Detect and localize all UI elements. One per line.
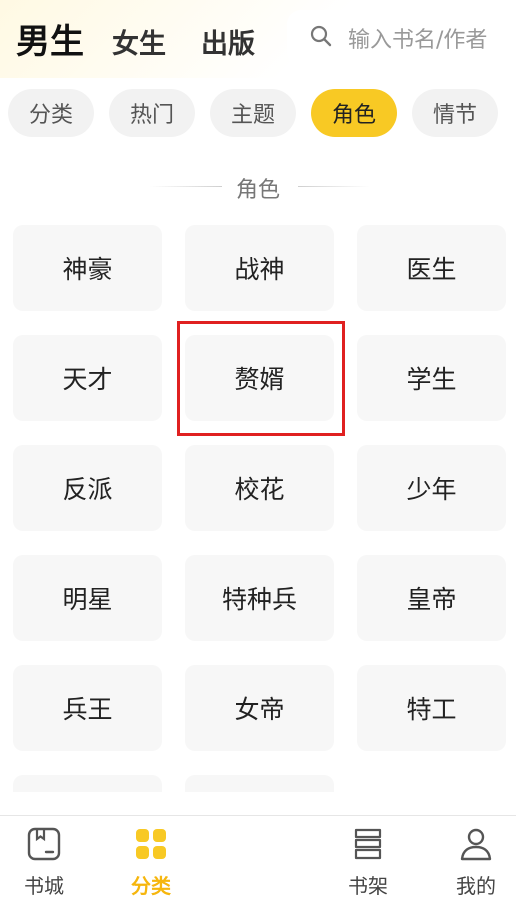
role-item[interactable] <box>185 775 334 792</box>
role-item[interactable]: 校花 <box>185 445 334 531</box>
role-item[interactable]: 战神 <box>185 225 334 311</box>
bookshelf-icon <box>350 826 386 862</box>
role-item[interactable]: 反派 <box>13 445 162 531</box>
book-city-icon <box>26 826 62 862</box>
role-item[interactable]: 特工 <box>357 665 506 751</box>
role-item[interactable]: 特种兵 <box>185 555 334 641</box>
category-grid-icon <box>133 826 169 862</box>
role-item[interactable]: 女帝 <box>185 665 334 751</box>
nav-label: 书城 <box>24 874 64 898</box>
profile-icon <box>458 826 494 862</box>
role-item[interactable]: 神豪 <box>13 225 162 311</box>
nav-label: 我的 <box>456 874 496 898</box>
role-item[interactable]: 学生 <box>357 335 506 421</box>
role-grid: 神豪 战神 医生 天才 赘婿 学生 反派 校花 少年 明星 特种兵 皇帝 兵王 … <box>0 0 516 792</box>
role-item[interactable]: 天才 <box>13 335 162 421</box>
role-item-highlighted[interactable]: 赘婿 <box>185 335 334 421</box>
role-item[interactable]: 明星 <box>13 555 162 641</box>
nav-category[interactable]: 分类 <box>111 816 191 898</box>
role-item[interactable]: 医生 <box>357 225 506 311</box>
role-item[interactable]: 兵王 <box>13 665 162 751</box>
nav-bookshelf[interactable]: 书架 <box>328 816 408 898</box>
nav-label: 书架 <box>348 874 388 898</box>
nav-book-city[interactable]: 书城 <box>4 816 84 898</box>
role-item[interactable] <box>13 775 162 792</box>
role-item[interactable]: 皇帝 <box>357 555 506 641</box>
nav-profile[interactable]: 我的 <box>436 816 516 898</box>
role-item[interactable]: 少年 <box>357 445 506 531</box>
nav-label: 分类 <box>131 874 171 898</box>
bottom-nav: 书城 分类 书架 我的 <box>0 815 516 898</box>
